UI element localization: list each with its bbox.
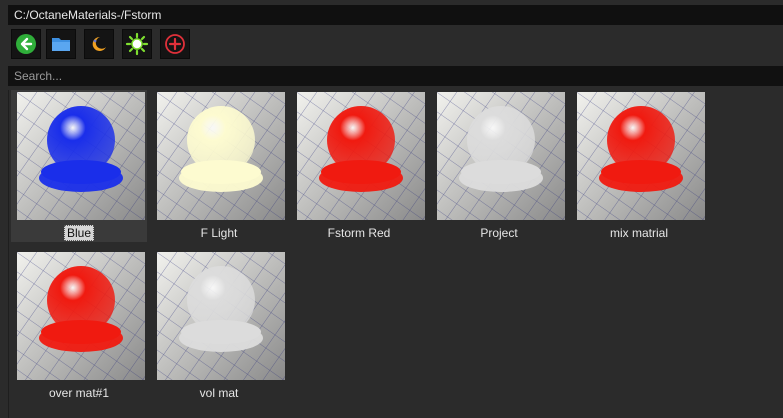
toolbar xyxy=(8,29,783,61)
material-tile[interactable]: over mat#1 xyxy=(11,250,147,402)
material-grid: Blue F Light Fstorm Red Project mix matrial o… xyxy=(8,90,783,418)
material-tile[interactable]: Fstorm Red xyxy=(291,90,427,242)
material-preview-image xyxy=(297,92,425,220)
folder-icon xyxy=(52,38,70,51)
material-preview-image xyxy=(157,92,285,220)
material-tile[interactable]: Blue xyxy=(11,90,147,242)
moon-icon xyxy=(92,36,106,51)
add-icon xyxy=(165,34,185,54)
material-preview-image xyxy=(17,92,145,220)
material-label: over mat#1 xyxy=(48,386,110,400)
sun-button[interactable] xyxy=(122,29,152,59)
material-preview-image xyxy=(17,252,145,380)
material-label: Project xyxy=(480,226,518,240)
add-button[interactable] xyxy=(160,29,190,59)
search-input[interactable] xyxy=(8,66,783,86)
material-label: vol mat xyxy=(199,386,239,400)
material-browser: C:/OctaneMaterials-/Fstorm Search... Blu… xyxy=(0,0,783,418)
material-label: Fstorm Red xyxy=(327,226,391,240)
material-preview-image xyxy=(577,92,705,220)
material-preview-image xyxy=(157,252,285,380)
path-bar: C:/OctaneMaterials-/Fstorm xyxy=(8,5,783,25)
back-button[interactable] xyxy=(11,29,41,59)
material-label: mix matrial xyxy=(609,226,668,240)
material-preview-image xyxy=(437,92,565,220)
moon-button[interactable] xyxy=(84,29,114,59)
material-tile[interactable]: Project xyxy=(431,90,567,242)
open-folder-button[interactable] xyxy=(46,29,76,59)
back-arrow-icon xyxy=(16,34,36,54)
material-label: Blue xyxy=(11,225,147,241)
material-tile[interactable]: mix matrial xyxy=(571,90,707,242)
material-tile[interactable]: F Light xyxy=(151,90,287,242)
material-tile[interactable]: vol mat xyxy=(151,250,287,402)
material-label: F Light xyxy=(200,226,238,240)
sun-icon xyxy=(125,32,149,56)
